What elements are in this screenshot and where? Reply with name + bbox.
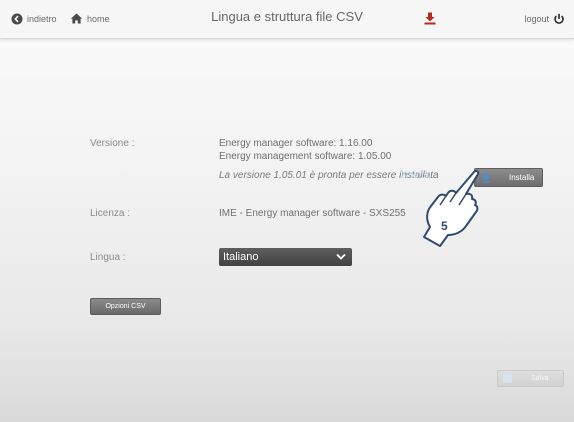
back-label: indietro	[27, 14, 57, 24]
save-label: Salva	[531, 375, 549, 382]
home-label: home	[87, 13, 110, 24]
language-select[interactable]: Italiano	[219, 248, 352, 266]
download-button[interactable]	[424, 12, 436, 25]
csv-options-button[interactable]: Opzioni CSV	[90, 298, 161, 315]
back-button[interactable]: indietro	[11, 13, 57, 25]
language-label: Lingua :	[90, 252, 126, 263]
license-value: IME - Energy manager software - SXS255	[219, 208, 406, 219]
top-bar: indietro home Lingua e struttura file CS…	[0, 0, 574, 39]
download-arrow-icon	[482, 172, 490, 183]
logout-button[interactable]: logout	[524, 13, 565, 25]
save-button[interactable]: Salva	[497, 370, 564, 387]
install-label: Installa	[509, 173, 535, 182]
power-icon	[554, 13, 564, 24]
license-label: Licenza :	[90, 208, 131, 219]
download-icon	[424, 12, 436, 25]
pointing-hand-icon	[423, 169, 480, 247]
step-number: 5	[441, 219, 448, 233]
version-line-1: Energy manager software: 1.16.00	[219, 138, 373, 149]
home-button[interactable]: home	[70, 13, 110, 24]
version-label: Versione :	[90, 138, 135, 149]
logout-label: logout	[524, 14, 549, 24]
install-button[interactable]: Installa	[474, 168, 543, 187]
save-icon	[503, 374, 512, 383]
version-line-2: Energy management software: 1.05.00	[219, 151, 392, 162]
language-selected-value: Italiano	[223, 251, 259, 263]
chevron-down-icon	[336, 253, 346, 260]
back-icon	[11, 13, 23, 25]
home-icon	[70, 13, 83, 24]
